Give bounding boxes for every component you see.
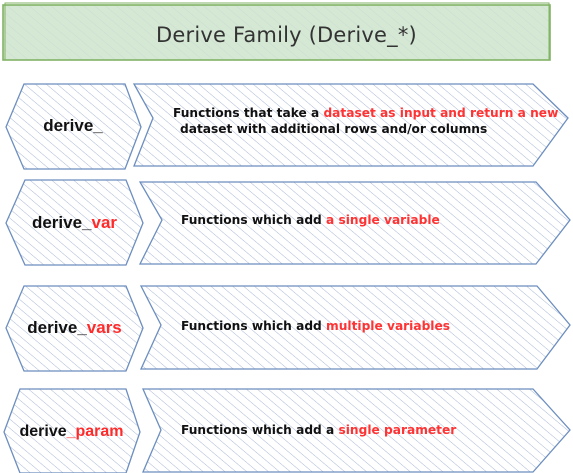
row-4-name-prefix: derive (19, 423, 67, 440)
row-1-desc-highlight: dataset as input and return a new (323, 106, 559, 120)
row-1-description: Functions that take a dataset as input a… (173, 105, 558, 137)
row-3-name-highlight: vars (86, 318, 122, 337)
row-2-function-name: derive_ var (8, 201, 141, 245)
row-2-description: Functions which add a single variable (181, 212, 440, 228)
row-2-desc-highlight: a single variable (326, 213, 440, 227)
row-4-function-name: derive _param (5, 410, 138, 454)
row-3-desc-text: Functions which add (181, 319, 327, 333)
row-4-desc-highlight: single parameter (338, 423, 457, 437)
row-2-desc-text: Functions which add (181, 213, 327, 227)
row-3-description: Functions which add multiple variables (181, 318, 450, 334)
row-1-function-name: derive_ (8, 104, 138, 148)
row-3-function-name: derive_ vars (8, 306, 141, 350)
diagram-title: Derive Family (Derive_*) (156, 23, 417, 47)
row-3-name-prefix: derive_ (27, 318, 87, 337)
row-1-desc-line2: dataset with additional rows and/or colu… (180, 122, 488, 136)
diagram-canvas: Derive Family (Derive_*) derive_ Functio… (0, 0, 573, 473)
row-1-name-prefix: derive_ (43, 116, 103, 135)
row-4-name-highlight: _param (66, 423, 124, 440)
row-1-desc-text: Functions that take a (173, 106, 324, 120)
row-4-desc-text: Functions which add a (181, 423, 339, 437)
row-2-name-highlight: var (91, 213, 118, 232)
row-2-name-prefix: derive_ (31, 213, 92, 232)
row-3-desc-highlight: multiple variables (326, 319, 451, 333)
row-4-description: Functions which add a single parameter (181, 422, 456, 438)
